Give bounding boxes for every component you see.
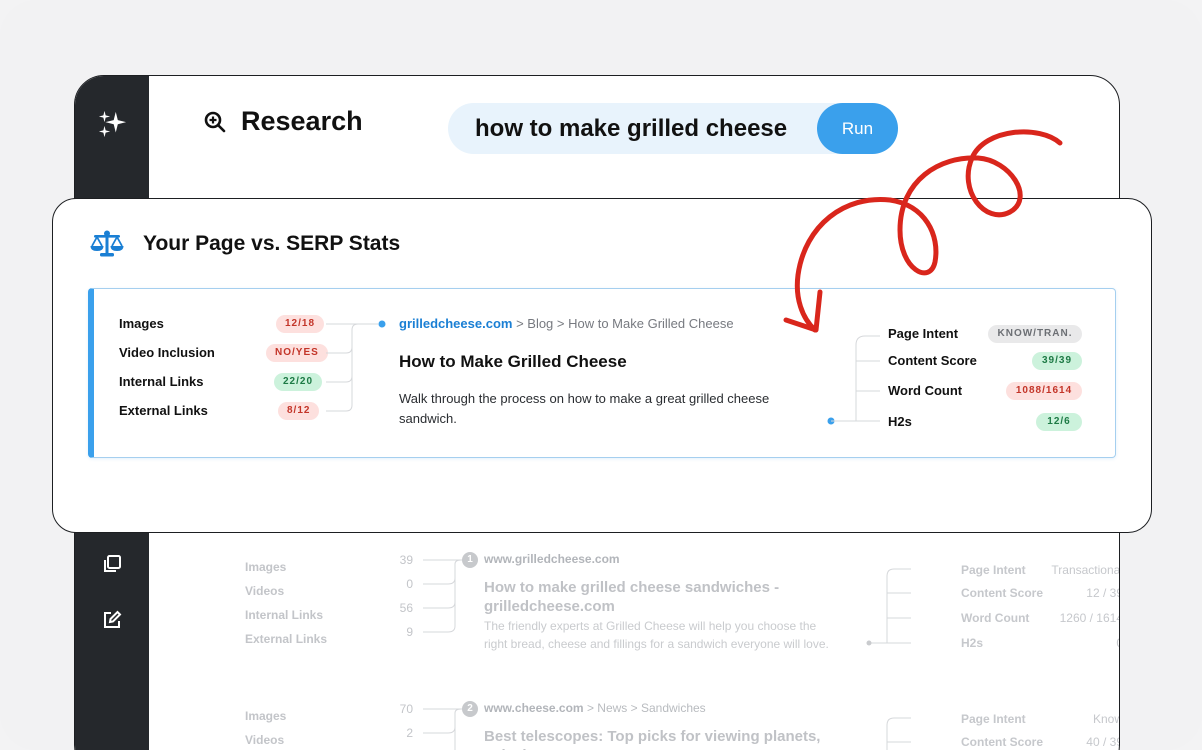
serp-description: The friendly experts at Grilled Cheese w… bbox=[484, 619, 817, 633]
stat-badge-content-score: 39/39 bbox=[1032, 352, 1082, 370]
serp-right-value: 1260 / 1614 bbox=[1059, 611, 1120, 625]
serp-stat-label: Videos bbox=[245, 733, 285, 747]
card-title: Your Page vs. SERP Stats bbox=[143, 232, 401, 255]
serp-title-cont[interactable]: grilledcheese.com bbox=[484, 597, 615, 616]
serp-stat-label: Internal Links bbox=[245, 608, 324, 622]
stat-label-external-links: External Links bbox=[119, 403, 208, 418]
serp-stat-value: 2 bbox=[406, 726, 413, 740]
serp-right-value: 12 / 39 bbox=[1086, 586, 1120, 600]
serp-result-2[interactable]: Images 70 Videos 2 2 www.cheese.com > Ne… bbox=[245, 695, 1119, 750]
serp-right-value: 0 bbox=[1013, 636, 1119, 650]
right-connector bbox=[827, 335, 880, 425]
stat-badge-word-count: 1088/1614 bbox=[1006, 382, 1082, 400]
serp-stat-value: 9 bbox=[406, 625, 413, 639]
stat-badge-h2s: 12/6 bbox=[1036, 413, 1082, 431]
serp-rank-badge: 1 bbox=[462, 552, 478, 568]
serp-stat-label: Images bbox=[245, 560, 287, 574]
serp-right-value: Transactional bbox=[1051, 563, 1120, 577]
stat-label-h2s: H2s bbox=[888, 414, 912, 429]
stat-label-images: Images bbox=[119, 316, 164, 331]
stat-label-word-count: Word Count bbox=[888, 383, 963, 398]
serp-domain[interactable]: www.grilledcheese.com bbox=[484, 552, 620, 566]
result-title[interactable]: How to Make Grilled Cheese bbox=[399, 352, 627, 372]
stat-badge-internal-links: 22/20 bbox=[274, 373, 323, 391]
result-breadcrumb[interactable]: grilledcheese.com > Blog > How to Make G… bbox=[399, 316, 734, 331]
serp-description-cont: right bread, cheese and fillings for a s… bbox=[484, 637, 829, 651]
serp-title-cont[interactable]: galaxies bbox=[484, 746, 543, 750]
serp-stat-value: 39 bbox=[399, 553, 413, 567]
serp-right-label: H2s bbox=[961, 636, 984, 650]
result-description: Walk through the process on how to make … bbox=[399, 391, 770, 426]
serp-stats-card: Your Page vs. SERP Stats Images 12/18 Vi… bbox=[52, 198, 1152, 533]
serp-connector-right bbox=[866, 568, 911, 646]
stat-label-video: Video Inclusion bbox=[119, 345, 215, 360]
serp-stat-label: External Links bbox=[245, 632, 328, 646]
scale-balance-icon bbox=[90, 230, 124, 257]
run-button[interactable]: Run bbox=[817, 103, 898, 154]
page-title-label: Research bbox=[241, 106, 363, 136]
serp-stat-label: Images bbox=[245, 709, 287, 723]
stat-badge-page-intent: KNOW/TRAN. bbox=[988, 325, 1082, 343]
serp-stat-value: 70 bbox=[399, 702, 413, 716]
stat-badge-images: 12/18 bbox=[276, 315, 325, 333]
your-page-result[interactable]: Images 12/18 Video Inclusion NO/YES Inte… bbox=[88, 288, 1116, 458]
serp-title[interactable]: How to make grilled cheese sandwiches - bbox=[484, 578, 779, 597]
serp-stat-label: Videos bbox=[245, 584, 285, 598]
duplicate-icon[interactable] bbox=[97, 549, 127, 579]
page-title: Research bbox=[203, 106, 363, 137]
result-site-link[interactable]: grilledcheese.com bbox=[399, 316, 512, 331]
edit-icon[interactable] bbox=[97, 605, 127, 635]
stat-badge-video: NO/YES bbox=[266, 344, 328, 362]
search-query[interactable]: how to make grilled cheese bbox=[475, 115, 787, 143]
serp-result-1[interactable]: Images 39 Videos 0 Internal Links 56 Ext… bbox=[245, 546, 1119, 656]
serp-right-value: Know bbox=[1092, 712, 1120, 726]
search-input[interactable]: how to make grilled cheese Run bbox=[448, 103, 898, 154]
search-zoom-icon bbox=[204, 111, 226, 132]
serp-connector-right bbox=[886, 717, 911, 750]
stat-label-internal-links: Internal Links bbox=[119, 374, 204, 389]
stat-label-page-intent: Page Intent bbox=[888, 326, 959, 341]
card-header: Your Page vs. SERP Stats bbox=[89, 229, 400, 259]
serp-stat-value: 0 bbox=[406, 577, 413, 591]
serp-connector bbox=[423, 559, 463, 633]
stat-label-content-score: Content Score bbox=[888, 353, 977, 368]
sparkles-icon[interactable] bbox=[97, 109, 127, 139]
left-connector bbox=[326, 320, 386, 412]
serp-right-value: 40 / 39 bbox=[1086, 735, 1120, 749]
serp-title[interactable]: Best telescopes: Top picks for viewing p… bbox=[484, 727, 820, 746]
stat-badge-external-links: 8/12 bbox=[278, 402, 320, 420]
serp-domain[interactable]: www.cheese.com > News > Sandwiches bbox=[484, 701, 706, 715]
serp-rank-badge: 2 bbox=[462, 701, 478, 717]
serp-stat-value: 56 bbox=[399, 601, 413, 615]
